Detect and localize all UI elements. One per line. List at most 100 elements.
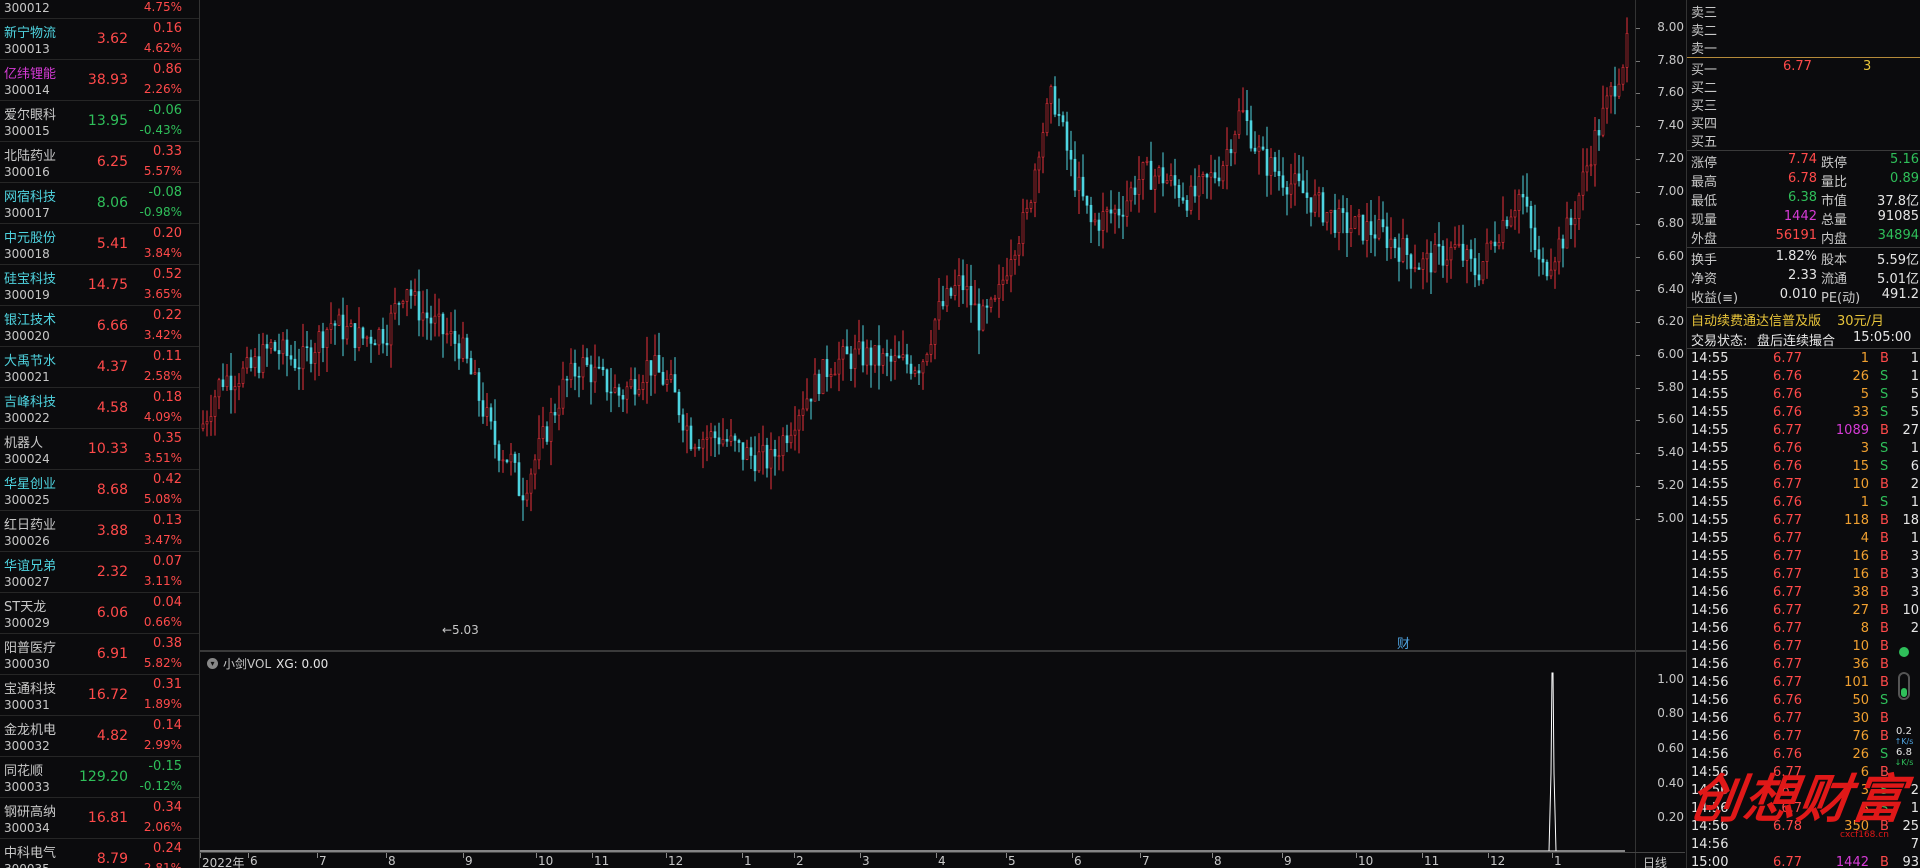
candle[interactable]	[725, 429, 729, 447]
candle[interactable]	[1473, 238, 1477, 288]
candle[interactable]	[1213, 159, 1217, 184]
candle[interactable]	[945, 275, 949, 312]
promo-price[interactable]: 30元/月	[1837, 310, 1884, 329]
candle[interactable]	[1509, 209, 1513, 228]
candle[interactable]	[745, 439, 749, 461]
candle[interactable]	[1165, 173, 1169, 185]
candle[interactable]	[757, 433, 761, 473]
candle[interactable]	[1493, 221, 1497, 253]
candle[interactable]	[1117, 191, 1121, 229]
candle[interactable]	[993, 294, 997, 302]
candle[interactable]	[1261, 136, 1265, 151]
candle[interactable]	[897, 341, 901, 359]
candle[interactable]	[1581, 148, 1585, 211]
candle[interactable]	[485, 393, 489, 427]
candle[interactable]	[1489, 240, 1493, 250]
candle[interactable]	[641, 374, 645, 401]
candle[interactable]	[1241, 87, 1245, 114]
candle[interactable]	[525, 479, 529, 507]
candle[interactable]	[781, 427, 785, 472]
candle[interactable]	[753, 436, 757, 482]
candle[interactable]	[809, 398, 813, 420]
candle[interactable]	[545, 421, 549, 445]
candle[interactable]	[397, 301, 401, 326]
candle[interactable]	[521, 477, 525, 521]
candle[interactable]	[637, 374, 641, 397]
stock-row[interactable]: 亿纬锂能 300014 38.93 0.86 2.26%	[0, 60, 199, 101]
candle[interactable]	[1537, 235, 1541, 277]
candle[interactable]	[1429, 241, 1433, 294]
candle[interactable]	[825, 345, 829, 392]
candle[interactable]	[261, 332, 265, 379]
stock-row[interactable]: 中元股份 300018 5.41 0.20 3.84%	[0, 224, 199, 265]
candle[interactable]	[1573, 201, 1577, 248]
candle[interactable]	[497, 440, 501, 473]
candle[interactable]	[1221, 160, 1225, 190]
candle[interactable]	[473, 359, 477, 375]
candle[interactable]	[1009, 239, 1013, 293]
candle[interactable]	[213, 389, 217, 436]
candle[interactable]	[1273, 151, 1277, 177]
candle[interactable]	[1129, 181, 1133, 212]
candle[interactable]	[1397, 233, 1401, 282]
candle[interactable]	[1621, 64, 1625, 91]
candle[interactable]	[405, 288, 409, 317]
stock-row[interactable]: 北陆药业 300016 6.25 0.33 5.57%	[0, 142, 199, 183]
stock-row[interactable]: 银江技术 300020 6.66 0.22 3.42%	[0, 306, 199, 347]
chart-divider[interactable]	[200, 650, 1635, 652]
candle[interactable]	[1265, 126, 1269, 197]
stock-row[interactable]: 吉峰科技 300022 4.58 0.18 4.09%	[0, 388, 199, 429]
candle[interactable]	[1149, 141, 1153, 191]
candle[interactable]	[201, 410, 205, 432]
candle[interactable]	[1377, 196, 1381, 241]
candle[interactable]	[961, 259, 965, 304]
candle[interactable]	[289, 344, 293, 366]
bid-row[interactable]: 买五	[1687, 131, 1920, 150]
candle[interactable]	[901, 330, 905, 361]
candle[interactable]	[1353, 216, 1357, 230]
candle[interactable]	[1309, 197, 1313, 227]
stock-list[interactable]: 300012 4.75% 新宁物流 300013 3.62 0.16 4.62% 亿…	[0, 0, 200, 868]
candle[interactable]	[1233, 130, 1237, 165]
candle[interactable]	[773, 439, 777, 476]
ask-row[interactable]: 卖二	[1687, 20, 1920, 39]
stock-row[interactable]: 大禹节水 300021 4.37 0.11 2.58%	[0, 347, 199, 388]
candle[interactable]	[441, 312, 445, 358]
candle[interactable]	[1197, 164, 1201, 221]
candle[interactable]	[609, 368, 613, 413]
candle[interactable]	[1173, 158, 1177, 199]
candle[interactable]	[553, 403, 557, 423]
candle[interactable]	[1585, 148, 1589, 192]
candle[interactable]	[1409, 253, 1413, 289]
candle[interactable]	[801, 391, 805, 431]
candle[interactable]	[297, 348, 301, 390]
candle[interactable]	[333, 320, 337, 345]
candle[interactable]	[1553, 256, 1557, 289]
candle[interactable]	[1389, 217, 1393, 260]
candle[interactable]	[1345, 198, 1349, 258]
candle[interactable]	[905, 343, 909, 374]
candle[interactable]	[1157, 165, 1161, 184]
candle[interactable]	[893, 335, 897, 380]
candle[interactable]	[1257, 134, 1261, 175]
candle[interactable]	[977, 288, 981, 355]
candle[interactable]	[1081, 154, 1085, 201]
ask-row[interactable]: 卖一	[1687, 38, 1920, 57]
candle[interactable]	[357, 307, 361, 352]
candle[interactable]	[657, 332, 661, 373]
candle[interactable]	[421, 290, 425, 337]
candle[interactable]	[385, 324, 389, 357]
candle[interactable]	[401, 299, 405, 309]
candle[interactable]	[393, 287, 397, 320]
candle[interactable]	[1373, 214, 1377, 257]
candle[interactable]	[1101, 192, 1105, 249]
candle[interactable]	[1137, 156, 1141, 213]
candle[interactable]	[1545, 259, 1549, 281]
candle[interactable]	[1421, 252, 1425, 290]
candle[interactable]	[1097, 212, 1101, 247]
candle[interactable]	[821, 359, 825, 395]
candle[interactable]	[1301, 156, 1305, 194]
candle[interactable]	[929, 329, 933, 363]
candle[interactable]	[877, 325, 881, 390]
candle[interactable]	[361, 326, 365, 346]
